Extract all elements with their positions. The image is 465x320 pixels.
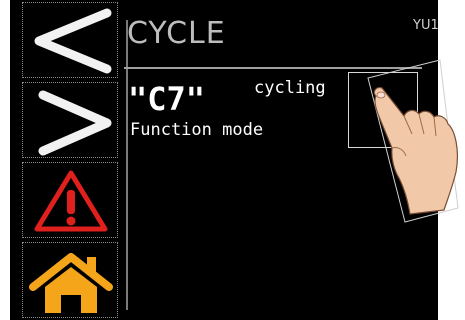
pointing-hand-illustration: [367, 59, 459, 223]
